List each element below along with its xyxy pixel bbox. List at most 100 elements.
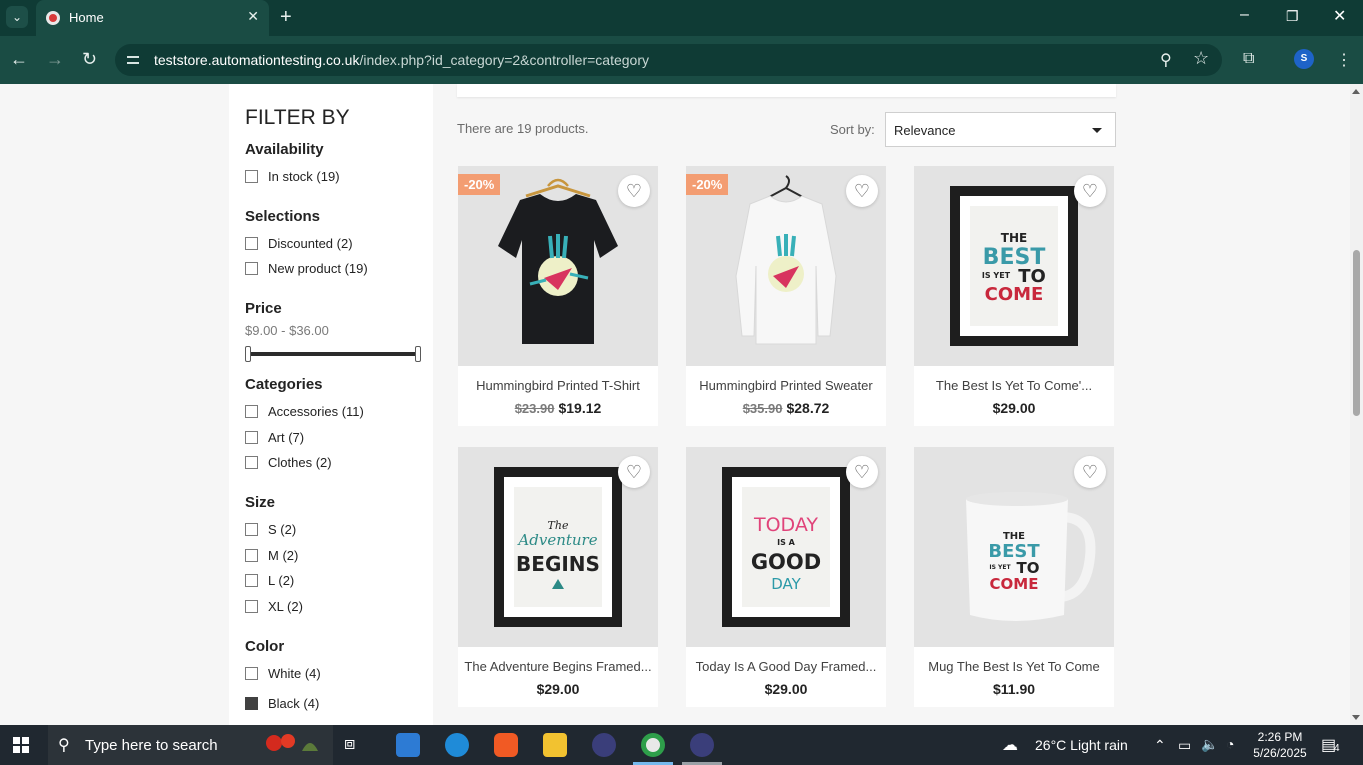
checkbox[interactable] (245, 522, 258, 536)
product-prices: $23.90 $19.12 (458, 400, 658, 416)
taskbar-search-box[interactable]: ⚲ Type here to search (48, 725, 333, 765)
product-card-hummingbird-sweater[interactable]: -20% ♡ Hummingbird Printed Sweater $35.9… (686, 166, 886, 426)
filter-option-size-s[interactable]: S (2) (245, 521, 296, 537)
tab-close-icon[interactable]: ✕ (247, 8, 259, 25)
extensions-icon[interactable]: ⧉ (1243, 50, 1254, 68)
color-swatch-black[interactable] (245, 696, 258, 710)
filter-option-size-l[interactable]: L (2) (245, 572, 294, 588)
checkbox[interactable] (245, 404, 258, 418)
wifi-icon[interactable]: ◔ (1226, 736, 1234, 752)
filter-option-size-xl[interactable]: XL (2) (245, 598, 303, 614)
task-view-icon[interactable]: ⧈ (344, 733, 368, 757)
weather-cloud-rain-icon[interactable]: ☁ (1002, 735, 1018, 755)
mug-text-is-yet: IS YET (989, 564, 1011, 571)
product-name[interactable]: The Best Is Yet To Come'... (914, 378, 1114, 393)
checkbox[interactable] (245, 261, 258, 275)
new-tab-button[interactable]: + (280, 6, 292, 28)
filter-option-discounted[interactable]: Discounted (2) (245, 235, 353, 251)
filter-option-label: Discounted (2) (268, 235, 353, 251)
filter-option-in-stock[interactable]: In stock (19) (245, 168, 340, 184)
scroll-up-arrow-icon[interactable] (1352, 89, 1360, 94)
filter-option-new-product[interactable]: New product (19) (245, 260, 368, 276)
product-card-today-good-day[interactable]: TODAY IS A GOOD DAY ♡ Today Is A Good Da… (686, 447, 886, 707)
filter-option-art[interactable]: Art (7) (245, 429, 304, 445)
product-card-adventure-begins[interactable]: The Adventure BEGINS ♡ The Adventure Beg… (458, 447, 658, 707)
windows-start-icon[interactable] (13, 737, 29, 753)
volume-icon[interactable]: 🔈 (1201, 736, 1218, 753)
checkbox[interactable] (245, 599, 258, 613)
price-slider-max-handle[interactable] (415, 346, 421, 362)
show-hidden-icons-chevron-icon[interactable]: ⌃ (1154, 737, 1166, 754)
wishlist-heart-icon[interactable]: ♡ (1074, 456, 1106, 488)
site-info-icon[interactable] (125, 52, 141, 68)
sort-by-dropdown[interactable]: Relevance (885, 112, 1116, 147)
discount-badge: -20% (686, 174, 729, 195)
wishlist-heart-icon[interactable]: ♡ (846, 456, 878, 488)
notification-count: 4 (1334, 743, 1340, 754)
product-card-mug-best-yet[interactable]: THE BEST IS YET TO COME ♡ Mug The Best I… (914, 447, 1114, 707)
filter-option-size-m[interactable]: M (2) (245, 547, 298, 563)
checkbox[interactable] (245, 169, 258, 183)
chrome-icon[interactable] (641, 733, 665, 757)
product-card-hummingbird-tshirt[interactable]: -20% ♡ Hummingbird Printed T-Shirt $23.9… (458, 166, 658, 426)
product-image[interactable]: TODAY IS A GOOD DAY ♡ (686, 447, 886, 647)
filter-option-color-white[interactable]: White (4) (245, 665, 321, 681)
file-explorer-icon[interactable] (543, 733, 567, 757)
product-name[interactable]: Hummingbird Printed Sweater (686, 378, 886, 393)
product-image[interactable]: -20% ♡ (686, 166, 886, 366)
battery-icon[interactable]: ▭ (1178, 737, 1191, 754)
price-slider-min-handle[interactable] (245, 346, 251, 362)
microsoft-store-icon[interactable] (396, 733, 420, 757)
window-restore-icon[interactable]: ❐ (1286, 8, 1299, 25)
wishlist-heart-icon[interactable]: ♡ (846, 175, 878, 207)
price-slider[interactable] (245, 346, 421, 362)
reload-icon[interactable]: ↻ (82, 50, 97, 68)
page-scrollbar[interactable] (1350, 84, 1363, 725)
window-minimize-icon[interactable]: – (1240, 6, 1249, 24)
scroll-down-arrow-icon[interactable] (1352, 715, 1360, 720)
product-name[interactable]: Today Is A Good Day Framed... (686, 659, 886, 674)
back-icon[interactable]: ← (10, 50, 28, 68)
product-image[interactable]: THE BEST IS YET TO COME ♡ (914, 447, 1114, 647)
product-name[interactable]: Hummingbird Printed T-Shirt (458, 378, 658, 393)
brave-icon[interactable] (494, 733, 518, 757)
checkbox[interactable] (245, 455, 258, 469)
filter-option-label: S (2) (268, 521, 297, 537)
facet-color-title: Color (245, 638, 285, 655)
checkbox[interactable] (245, 430, 258, 444)
color-swatch-white[interactable] (245, 666, 258, 680)
product-image[interactable]: -20% ♡ (458, 166, 658, 366)
eclipse-icon-2[interactable] (690, 733, 714, 757)
tab-search-icon[interactable]: ⌄ (6, 6, 28, 28)
browser-tab-home[interactable]: Home ✕ (36, 0, 269, 36)
filter-option-label: White (4) (268, 665, 321, 681)
filter-option-clothes[interactable]: Clothes (2) (245, 454, 332, 470)
checkbox[interactable] (245, 573, 258, 587)
address-bar[interactable]: teststore.automationtesting.co.uk/index.… (115, 44, 1222, 76)
window-close-icon[interactable]: ✕ (1333, 6, 1346, 26)
product-card-best-yet-poster[interactable]: THE BEST IS YET TO COME ♡ The Best Is Ye… (914, 166, 1114, 426)
url-text[interactable]: teststore.automationtesting.co.uk/index.… (154, 52, 649, 68)
product-image[interactable]: THE BEST IS YET TO COME ♡ (914, 166, 1114, 366)
bookmark-star-icon[interactable]: ☆ (1193, 48, 1209, 69)
poster-text-is-a: IS A (777, 538, 796, 547)
product-name[interactable]: The Adventure Begins Framed... (458, 659, 658, 674)
filter-option-accessories[interactable]: Accessories (11) (245, 403, 364, 419)
wishlist-heart-icon[interactable]: ♡ (1074, 175, 1106, 207)
edge-icon[interactable] (445, 733, 469, 757)
forward-icon[interactable]: → (46, 50, 64, 68)
checkbox[interactable] (245, 236, 258, 250)
checkbox[interactable] (245, 548, 258, 562)
profile-avatar[interactable]: S (1294, 49, 1314, 69)
browser-menu-icon[interactable]: ⋮ (1336, 50, 1352, 70)
filter-option-color-black[interactable]: Black (4) (245, 695, 319, 711)
wishlist-heart-icon[interactable]: ♡ (618, 175, 650, 207)
zoom-icon[interactable]: ⚲ (1160, 50, 1172, 70)
weather-text[interactable]: 26°C Light rain (1035, 737, 1128, 753)
product-name[interactable]: Mug The Best Is Yet To Come (914, 659, 1114, 674)
product-image[interactable]: The Adventure BEGINS ♡ (458, 447, 658, 647)
eclipse-icon[interactable] (592, 733, 616, 757)
taskbar-clock[interactable]: 2:26 PM 5/26/2025 (1245, 729, 1315, 761)
wishlist-heart-icon[interactable]: ♡ (618, 456, 650, 488)
scrollbar-thumb[interactable] (1353, 250, 1360, 416)
